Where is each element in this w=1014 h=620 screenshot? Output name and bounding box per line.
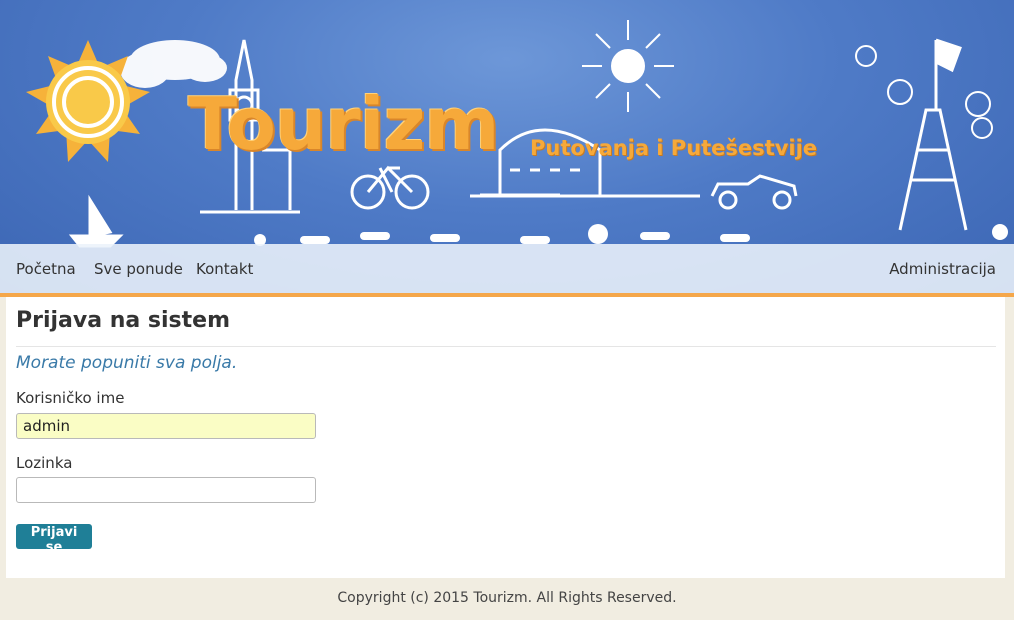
username-input[interactable] [16,413,316,439]
nav-administration-link[interactable]: Administracija [889,260,996,278]
main-navbar: Početna Sve ponude Kontakt Administracij… [0,244,1014,297]
password-input[interactable] [16,477,316,503]
validation-message: Morate popuniti sva polja. [16,353,238,373]
logo-text[interactable]: Tourizm [188,82,499,166]
footer-copyright: Copyright (c) 2015 Tourizm. All Rights R… [337,590,677,606]
login-submit-button[interactable]: Prijavi se [16,524,92,555]
title-divider [16,346,996,347]
nav-offers-link[interactable]: Sve ponude [94,260,183,278]
password-label: Lozinka [16,454,73,472]
logo-tagline: Putovanja i Putešestvije [530,136,818,160]
nav-home-link[interactable]: Početna [16,260,76,278]
username-label: Korisničko ime [16,389,125,407]
page-title: Prijava na sistem [16,308,231,333]
nav-contact-link[interactable]: Kontakt [196,260,253,278]
login-panel: Prijava na sistem Morate popuniti sva po… [6,297,1005,578]
